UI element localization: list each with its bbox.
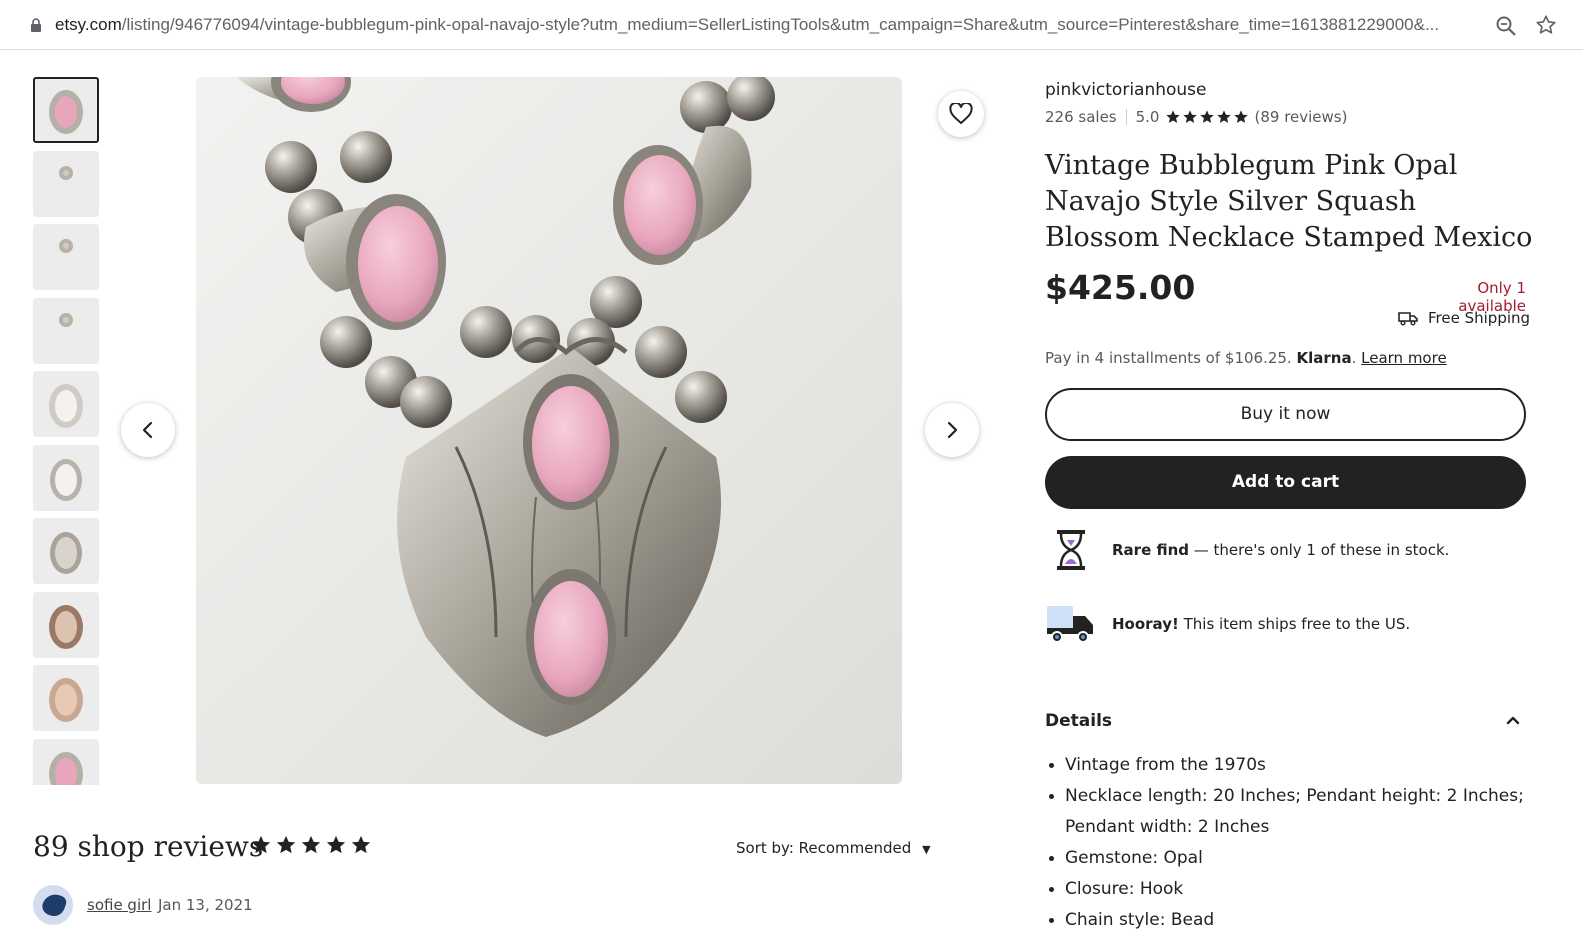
product-image[interactable] <box>196 77 902 784</box>
necklace-illustration <box>236 77 775 737</box>
chevron-up-icon <box>1506 716 1520 725</box>
reviews-title: 89 shop reviews <box>33 830 264 863</box>
free-shipping-label: Free Shipping <box>1428 309 1531 327</box>
thumbnail-image <box>55 390 77 422</box>
star-icon <box>1217 110 1232 123</box>
price: $425.00 <box>1045 268 1196 307</box>
detail-item: Closure: Hook <box>1045 874 1535 905</box>
avatar-image <box>39 890 69 920</box>
installments-text: Pay in 4 installments of $106.25. <box>1045 349 1292 367</box>
star-icon <box>1166 110 1181 123</box>
klarna-brand: Klarna <box>1296 349 1352 367</box>
heart-icon <box>949 103 973 124</box>
star-icon <box>1183 110 1198 123</box>
star-icon <box>1234 110 1249 123</box>
review-date: Jan 13, 2021 <box>158 896 253 914</box>
detail-item: Gemstone: Opal <box>1045 843 1535 874</box>
thumbnail-image <box>63 243 69 249</box>
detail-item: Necklace length: 20 Inches; Pendant heig… <box>1045 781 1535 843</box>
star-icon <box>251 835 271 854</box>
review-count-link[interactable]: (89 reviews) <box>1254 108 1347 126</box>
thumbnail-9[interactable] <box>33 665 99 731</box>
shop-name-link[interactable]: pinkvictorianhouse <box>1045 80 1207 100</box>
star-icon <box>351 835 371 854</box>
thumbnail-4[interactable] <box>33 297 99 364</box>
thumbnail-image <box>55 96 77 128</box>
detail-item: Vintage from the 1970s <box>1045 750 1535 781</box>
thumbnail-5[interactable] <box>33 371 99 437</box>
sales-count: 226 sales <box>1045 108 1117 126</box>
free-shipping-badge: Free Shipping <box>1398 309 1530 327</box>
top-blossom <box>236 77 351 112</box>
zoom-icon[interactable] <box>1495 15 1517 37</box>
url-path: /listing/946776094/vintage-bubblegum-pin… <box>121 15 1440 34</box>
caret-down-icon: ▼ <box>922 843 931 856</box>
details-list: Vintage from the 1970s Necklace length: … <box>1045 750 1535 936</box>
thumbnail-1[interactable] <box>33 77 99 143</box>
star-icon <box>301 835 321 854</box>
thumbnail-image <box>63 169 69 176</box>
thumbnail-image <box>55 537 77 569</box>
shipping-truck-icon <box>1047 606 1093 643</box>
klarna-installments: Pay in 4 installments of $106.25. Klarna… <box>1045 349 1447 367</box>
thumbnail-image <box>55 757 77 785</box>
star-icon <box>1200 110 1215 123</box>
reviewer-name-link[interactable]: sofie girl <box>87 896 151 914</box>
sort-label: Sort by: Recommended <box>736 839 912 857</box>
url-text[interactable]: etsy.com/listing/946776094/vintage-bubbl… <box>55 15 1475 35</box>
delivery-truck-icon <box>1398 312 1418 326</box>
lock-icon <box>31 18 41 32</box>
thumbnail-8[interactable] <box>33 591 99 658</box>
previous-image-button[interactable] <box>121 403 175 457</box>
thumbnail-6[interactable] <box>33 444 99 511</box>
listing-title: Vintage Bubblegum Pink Opal Navajo Style… <box>1045 150 1533 253</box>
star-icon <box>326 835 346 854</box>
thumbnail-10[interactable] <box>33 738 99 785</box>
detail-item: Chain style: Bead <box>1045 905 1535 936</box>
sort-dropdown[interactable]: Sort by: Recommended ▼ <box>736 839 931 857</box>
rare-find-label: Rare find <box>1112 541 1189 559</box>
chevron-right-icon <box>947 421 958 439</box>
add-to-cart-button[interactable]: Add to cart <box>1045 456 1526 509</box>
thumbnail-image <box>55 463 77 496</box>
buy-it-now-button[interactable]: Buy it now <box>1045 388 1526 441</box>
divider <box>1125 109 1127 125</box>
details-toggle[interactable]: Details <box>1045 711 1526 731</box>
next-image-button[interactable] <box>925 403 979 457</box>
thumbnail-image <box>63 316 69 323</box>
rating-stars[interactable] <box>1165 109 1249 125</box>
ships-free-text: This item ships free to the US. <box>1178 615 1411 633</box>
hourglass-icon <box>1057 530 1085 570</box>
shop-meta: 226 sales 5.0 (89 reviews) <box>1045 108 1347 126</box>
learn-more-link[interactable]: Learn more <box>1361 349 1447 367</box>
address-bar[interactable]: etsy.com/listing/946776094/vintage-bubbl… <box>0 0 1583 50</box>
right-blossom <box>613 125 752 265</box>
thumbnail-7[interactable] <box>33 518 99 584</box>
thumbnail-2[interactable] <box>33 150 99 217</box>
url-host: etsy.com <box>55 15 122 34</box>
thumbnail-3[interactable] <box>33 224 99 290</box>
rare-find-perk: Rare find — there's only 1 of these in s… <box>1045 528 1449 572</box>
reviews-stars <box>250 834 372 856</box>
thumbnail-image <box>55 684 77 716</box>
avatar[interactable] <box>33 885 73 925</box>
chevron-left-icon <box>142 421 153 439</box>
bookmark-star-icon[interactable] <box>1535 14 1557 36</box>
thumbnail-strip <box>33 77 101 785</box>
rating-value: 5.0 <box>1135 108 1160 126</box>
star-icon <box>276 835 296 854</box>
thumbnail-image <box>55 610 77 643</box>
favorite-button[interactable] <box>938 91 984 137</box>
free-shipping-perk: Hooray! This item ships free to the US. <box>1045 602 1410 646</box>
hooray-label: Hooray! <box>1112 615 1179 633</box>
details-heading: Details <box>1045 711 1113 731</box>
rare-find-text: — there's only 1 of these in stock. <box>1189 541 1450 559</box>
